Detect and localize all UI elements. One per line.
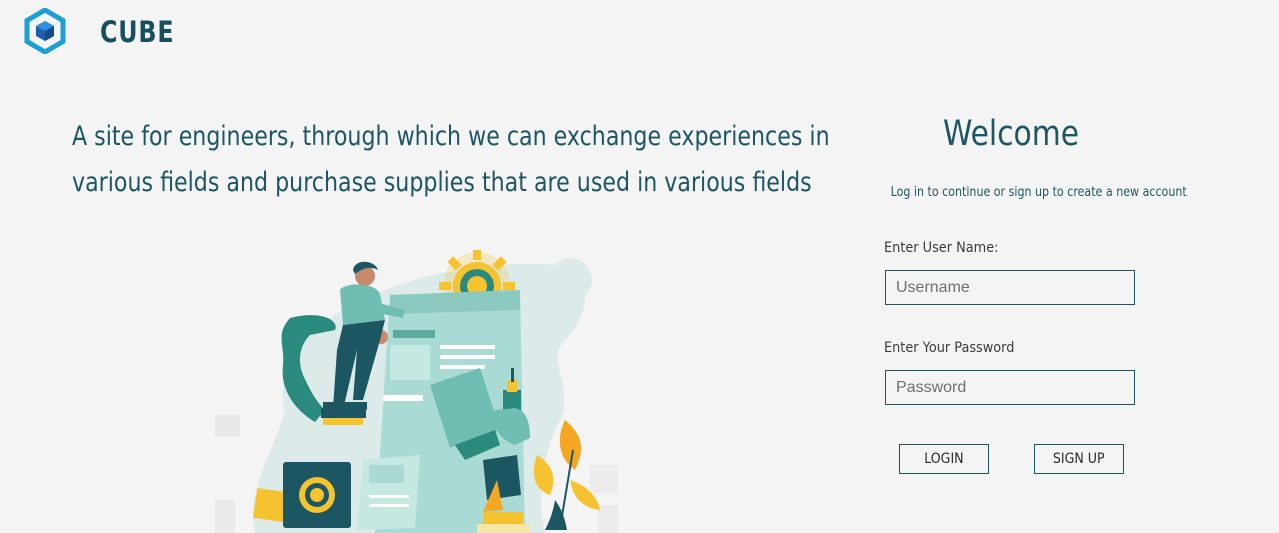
password-input[interactable] xyxy=(885,370,1135,405)
login-button[interactable]: LOGIN xyxy=(899,444,989,474)
engineer-illustration xyxy=(215,250,618,533)
username-input[interactable] xyxy=(885,270,1135,305)
tagline-line-2: various fields and purchase supplies tha… xyxy=(72,167,812,198)
login-button-label: LOGIN xyxy=(924,451,964,467)
login-page: CUBE A site for engineers, through which… xyxy=(0,0,1279,533)
username-label: Enter User Name: xyxy=(884,240,999,256)
welcome-title: Welcome xyxy=(942,114,1080,154)
tagline-line-1: A site for engineers, through which we c… xyxy=(72,121,830,152)
welcome-subtitle: Log in to continue or sign up to create … xyxy=(890,184,1187,200)
hero-tagline: A site for engineers, through which we c… xyxy=(72,114,830,206)
password-label: Enter Your Password xyxy=(884,340,1015,356)
signup-button-label: SIGN UP xyxy=(1053,451,1105,467)
signup-button[interactable]: SIGN UP xyxy=(1034,444,1124,474)
cube-logo-icon[interactable] xyxy=(24,8,66,54)
brand-name[interactable]: CUBE xyxy=(100,15,174,49)
